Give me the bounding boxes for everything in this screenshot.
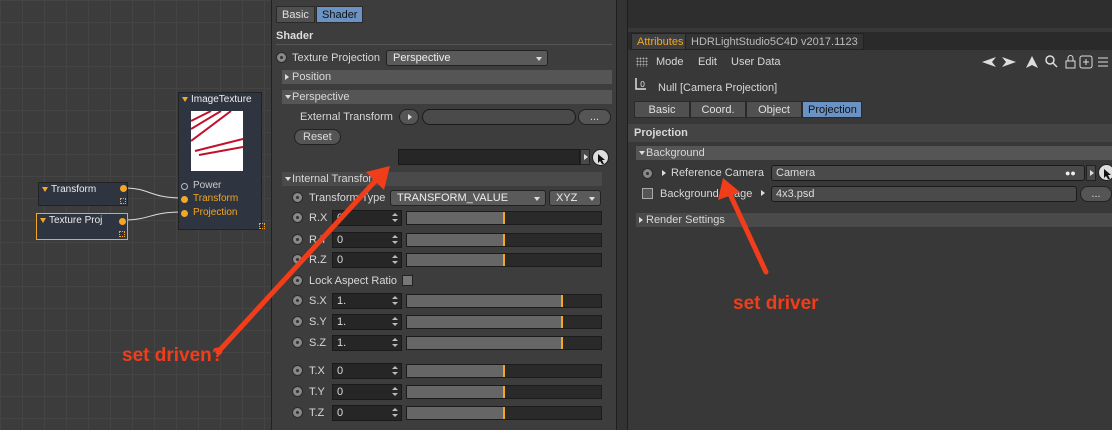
set-driven-arrow [215, 166, 390, 355]
set-driver-annotation: set driver [733, 293, 819, 314]
set-driver-arrow [718, 178, 769, 275]
set-driven-annotation: set driven? [122, 345, 224, 366]
